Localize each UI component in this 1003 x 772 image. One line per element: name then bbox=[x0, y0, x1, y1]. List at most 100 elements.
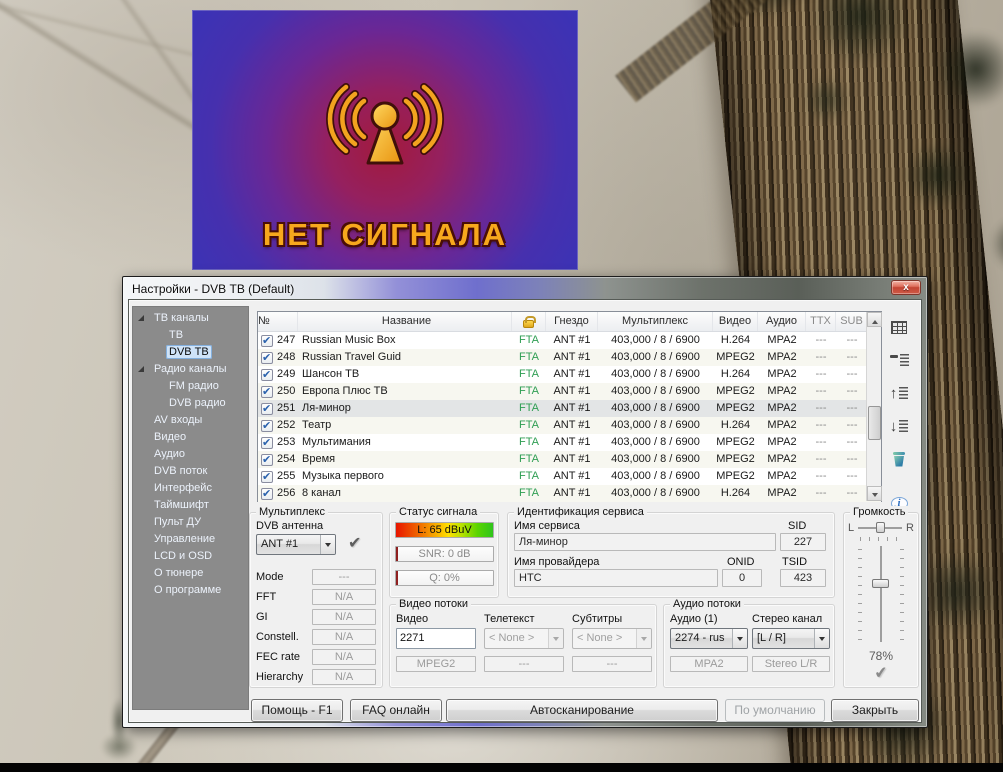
sidebar-item[interactable]: DVB ТВ bbox=[133, 344, 248, 361]
sidebar-item[interactable]: ТВ каналы bbox=[133, 310, 248, 327]
video-window[interactable]: НЕТ СИГНАЛА bbox=[192, 10, 578, 270]
header-video[interactable]: Видео bbox=[713, 312, 758, 331]
channel-list-icon[interactable] bbox=[886, 314, 912, 340]
param-row: Mode --- bbox=[256, 567, 376, 587]
volume-thumb[interactable] bbox=[872, 579, 889, 588]
sidebar-item[interactable]: DVB поток bbox=[133, 463, 248, 480]
dialog-button[interactable]: FAQ онлайн bbox=[350, 699, 442, 722]
table-scrollbar[interactable] bbox=[866, 312, 881, 501]
grid-icon bbox=[891, 321, 907, 334]
sidebar-item-label: Аудио bbox=[151, 447, 188, 461]
channel-checkbox[interactable] bbox=[261, 369, 273, 381]
multiplex-group: Мультиплекс DVB антенна ANT #1 ✔ Mode --… bbox=[249, 512, 383, 688]
sidebar-item[interactable]: Видео bbox=[133, 429, 248, 446]
sidebar-item[interactable]: О тюнере bbox=[133, 565, 248, 582]
sidebar-item[interactable]: Радио каналы bbox=[133, 361, 248, 378]
scroll-down-arrow[interactable] bbox=[867, 486, 882, 501]
dialog-button[interactable]: Автосканирование bbox=[446, 699, 718, 722]
sidebar-item[interactable]: ТВ bbox=[133, 327, 248, 344]
table-row[interactable]: 250 Европа Плюс ТВ FTA ANT #1 403,000 / … bbox=[258, 383, 881, 400]
dialog-button[interactable]: Закрыть bbox=[831, 699, 919, 722]
move-down-icon[interactable]: ↓ bbox=[886, 413, 912, 439]
channel-checkbox[interactable] bbox=[261, 488, 273, 500]
balance-slider[interactable] bbox=[858, 527, 902, 529]
apply-antenna-icon[interactable]: ✔ bbox=[348, 533, 361, 553]
channel-checkbox[interactable] bbox=[261, 420, 273, 432]
channel-checkbox[interactable] bbox=[261, 437, 273, 449]
onid-field: 0 bbox=[722, 569, 762, 587]
sidebar-item[interactable]: Пульт ДУ bbox=[133, 514, 248, 531]
dialog-button[interactable]: Помощь - F1 bbox=[251, 699, 343, 722]
header-socket[interactable]: Гнездо bbox=[546, 312, 598, 331]
header-name[interactable]: Название bbox=[298, 312, 512, 331]
sidebar-item[interactable]: Таймшифт bbox=[133, 497, 248, 514]
cell-ttx: --- bbox=[806, 417, 836, 434]
table-row[interactable]: 247 Russian Music Box FTA ANT #1 403,000… bbox=[258, 332, 881, 349]
cell-multiplex: 403,000 / 8 / 6900 bbox=[598, 332, 713, 349]
minus-list-icon bbox=[890, 354, 909, 366]
header-multiplex[interactable]: Мультиплекс bbox=[598, 312, 713, 331]
table-row[interactable]: 254 Время FTA ANT #1 403,000 / 8 / 6900 … bbox=[258, 451, 881, 468]
table-row[interactable]: 248 Russian Travel Guid FTA ANT #1 403,0… bbox=[258, 349, 881, 366]
table-row[interactable]: 253 Мультимания FTA ANT #1 403,000 / 8 /… bbox=[258, 434, 881, 451]
video-codec: MPEG2 bbox=[396, 656, 476, 672]
volume-slider[interactable] bbox=[880, 546, 882, 642]
cell-audio: MPA2 bbox=[758, 366, 806, 383]
group-title: Громкость bbox=[850, 506, 908, 518]
apply-volume-icon[interactable]: ✔ bbox=[873, 662, 888, 683]
table-row[interactable]: 251 Ля-минор FTA ANT #1 403,000 / 8 / 69… bbox=[258, 400, 881, 417]
cell-name: Ля-минор bbox=[298, 400, 512, 417]
delete-all-icon[interactable] bbox=[886, 446, 912, 472]
channel-checkbox[interactable] bbox=[261, 403, 273, 415]
balance-thumb[interactable] bbox=[876, 522, 885, 533]
scrollbar-thumb[interactable] bbox=[868, 406, 881, 440]
cell-multiplex: 403,000 / 8 / 6900 bbox=[598, 434, 713, 451]
sidebar-item[interactable]: DVB радио bbox=[133, 395, 248, 412]
sidebar-item-label: Таймшифт bbox=[151, 498, 212, 512]
tree-expander-icon[interactable] bbox=[138, 315, 144, 321]
service-name-label: Имя сервиса bbox=[514, 520, 580, 532]
header-number[interactable]: № bbox=[258, 312, 298, 331]
channel-table-header[interactable]: № Название Гнездо Мультиплекс Видео Ауди… bbox=[258, 312, 881, 332]
header-ttx[interactable]: TTX bbox=[806, 312, 836, 331]
remove-channel-icon[interactable] bbox=[886, 347, 912, 373]
sidebar-item[interactable]: О программе bbox=[133, 582, 248, 599]
table-row[interactable]: 255 Музыка первого FTA ANT #1 403,000 / … bbox=[258, 468, 881, 485]
channel-checkbox[interactable] bbox=[261, 386, 273, 398]
channel-checkbox[interactable] bbox=[261, 454, 273, 466]
audio-select[interactable]: 2274 - rus bbox=[670, 628, 748, 649]
header-sub[interactable]: SUB bbox=[836, 312, 868, 331]
channel-checkbox[interactable] bbox=[261, 335, 273, 347]
cell-ttx: --- bbox=[806, 468, 836, 485]
sidebar-item[interactable]: AV входы bbox=[133, 412, 248, 429]
header-audio[interactable]: Аудио bbox=[758, 312, 806, 331]
sidebar-item-label: ТВ bbox=[166, 328, 186, 342]
sidebar-item[interactable]: Аудио bbox=[133, 446, 248, 463]
scroll-up-arrow[interactable] bbox=[867, 312, 882, 327]
channel-checkbox[interactable] bbox=[261, 352, 273, 364]
sidebar-item[interactable]: FM радио bbox=[133, 378, 248, 395]
param-value: N/A bbox=[312, 589, 376, 605]
balance-right-label: R bbox=[906, 522, 914, 534]
cell-audio: MPA2 bbox=[758, 417, 806, 434]
table-row[interactable]: 252 Театр FTA ANT #1 403,000 / 8 / 6900 … bbox=[258, 417, 881, 434]
cell-sub: --- bbox=[836, 451, 868, 468]
cell-audio: MPA2 bbox=[758, 468, 806, 485]
table-row[interactable]: 249 Шансон ТВ FTA ANT #1 403,000 / 8 / 6… bbox=[258, 366, 881, 383]
channel-checkbox[interactable] bbox=[261, 471, 273, 483]
teletext-select: < None > bbox=[484, 628, 564, 649]
stereo-select[interactable]: [L / R] bbox=[752, 628, 830, 649]
close-button[interactable]: x bbox=[891, 280, 921, 295]
dialog-titlebar[interactable]: Настройки - DVB ТВ (Default) x bbox=[128, 278, 922, 299]
cell-ttx: --- bbox=[806, 366, 836, 383]
sidebar-item[interactable]: LCD и OSD bbox=[133, 548, 248, 565]
header-encryption[interactable] bbox=[512, 312, 546, 331]
table-row[interactable]: 256 8 канал FTA ANT #1 403,000 / 8 / 690… bbox=[258, 485, 881, 502]
antenna-select[interactable]: ANT #1 bbox=[256, 534, 336, 555]
move-up-icon[interactable]: ↑ bbox=[886, 380, 912, 406]
dialog-button[interactable]: По умолчанию bbox=[725, 699, 825, 722]
sidebar-item[interactable]: Интерфейс bbox=[133, 480, 248, 497]
sidebar-item[interactable]: Управление bbox=[133, 531, 248, 548]
tree-expander-icon[interactable] bbox=[138, 366, 144, 372]
video-pid-input[interactable]: 2271 bbox=[396, 628, 476, 649]
